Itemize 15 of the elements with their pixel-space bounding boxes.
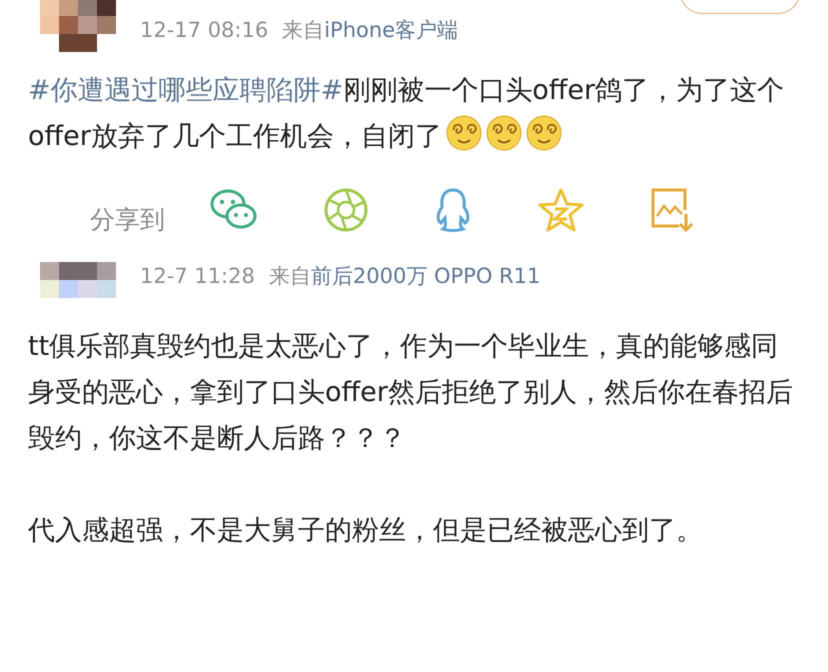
post-source: 来自前后2000万 OPPO R11 — [268, 262, 540, 290]
post-text: tt俱乐部真毁约也是太恶心了，作为一个毕业生，真的能够感同身受的恶心，拿到了口头offer然后拒绝了别人，然后你在春招后毁约，你这不是断人后路？？？ — [28, 330, 794, 456]
image-download-icon[interactable] — [649, 186, 695, 234]
dizzy-face-icon — [446, 115, 482, 151]
post-text: #你遭遇过哪些应聘陷阱#刚刚被一个口头offer鸽了，为了这个offer放弃了几个工作机会，自闭了 — [27, 74, 786, 154]
aperture-icon[interactable] — [323, 187, 369, 233]
post-source: 来自 iPhone客户端 — [282, 16, 458, 44]
dizzy-face-icon — [526, 115, 562, 151]
post-text: 代入感超强，不是大舅子的粉丝，但是已经被恶心到了。 — [28, 514, 704, 548]
post-time: 12-7 11:28 — [140, 262, 255, 290]
star-icon[interactable] — [537, 187, 585, 233]
dizzy-face-icon — [486, 115, 522, 151]
share-label: 分享到 — [90, 204, 165, 236]
hashtag-link[interactable]: #你遭遇过哪些应聘陷阱# — [28, 75, 344, 106]
post-time: 12-17 08:16 — [140, 16, 268, 44]
